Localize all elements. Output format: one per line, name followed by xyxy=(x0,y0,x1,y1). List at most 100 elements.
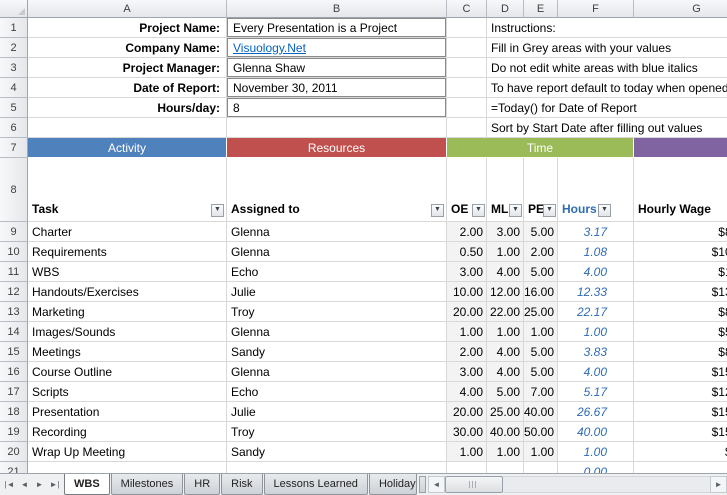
wage-cell[interactable]: $130.00 xyxy=(634,282,727,302)
category-band-resources[interactable]: Resources xyxy=(227,138,447,158)
col-header-f[interactable]: F xyxy=(558,0,634,18)
assigned-cell[interactable]: Glenna xyxy=(227,222,447,242)
category-band-wage[interactable] xyxy=(634,138,727,158)
task-cell[interactable]: Requirements xyxy=(28,242,227,262)
oe-cell[interactable]: 1.00 xyxy=(447,322,487,342)
sheet-tab-lessons-learned[interactable]: Lessons Learned xyxy=(264,474,368,495)
mle-cell[interactable]: 1.00 xyxy=(487,442,524,462)
info-value-cell[interactable]: 8 xyxy=(227,98,447,118)
assigned-cell[interactable]: Glenna xyxy=(227,322,447,342)
tab-nav-first-button[interactable]: |◄ xyxy=(2,477,17,493)
hours-cell[interactable]: 40.00 xyxy=(558,422,634,442)
info-label-cell[interactable]: Hours/day: xyxy=(28,98,227,118)
row-header-10[interactable]: 10 xyxy=(0,242,28,262)
pe-cell[interactable]: 5.00 xyxy=(524,342,558,362)
pe-cell[interactable]: 25.00 xyxy=(524,302,558,322)
row-header-12[interactable]: 12 xyxy=(0,282,28,302)
autofilter-dropdown-icon[interactable]: ▼ xyxy=(543,204,556,217)
row-header-2[interactable]: 2 xyxy=(0,38,28,58)
tab-nav-next-button[interactable]: ► xyxy=(32,477,47,493)
mle-cell[interactable]: 22.00 xyxy=(487,302,524,322)
assigned-cell[interactable]: Glenna xyxy=(227,242,447,262)
pe-cell[interactable]: 2.00 xyxy=(524,242,558,262)
oe-cell[interactable]: 4.00 xyxy=(447,382,487,402)
pe-cell[interactable]: 50.00 xyxy=(524,422,558,442)
tab-nav-prev-button[interactable]: ◄ xyxy=(17,477,32,493)
row-header-13[interactable]: 13 xyxy=(0,302,28,322)
col-header-g[interactable]: G xyxy=(634,0,727,18)
mle-cell[interactable]: 12.00 xyxy=(487,282,524,302)
mle-cell[interactable]: 4.00 xyxy=(487,362,524,382)
task-cell[interactable]: Recording xyxy=(28,422,227,442)
row-header-18[interactable]: 18 xyxy=(0,402,28,422)
info-label-cell[interactable]: Company Name: xyxy=(28,38,227,58)
row-header-9[interactable]: 9 xyxy=(0,222,28,242)
scroll-right-icon[interactable]: ► xyxy=(710,476,727,493)
row-header-6[interactable]: 6 xyxy=(0,118,28,138)
row-header-21[interactable]: 21 xyxy=(0,462,28,473)
row-header-15[interactable]: 15 xyxy=(0,342,28,362)
category-band-activity[interactable]: Activity xyxy=(28,138,227,158)
autofilter-dropdown-icon[interactable]: ▼ xyxy=(211,204,224,217)
pe-cell[interactable]: 5.00 xyxy=(524,222,558,242)
empty-cell[interactable] xyxy=(227,118,447,138)
hours-cell[interactable]: 4.00 xyxy=(558,262,634,282)
pe-cell[interactable]: 16.00 xyxy=(524,282,558,302)
column-filter-header-hours[interactable]: Hours▼ xyxy=(558,158,634,222)
wage-cell[interactable]: $150.00 xyxy=(634,402,727,422)
row-header-1[interactable]: 1 xyxy=(0,18,28,38)
mle-cell[interactable]: 25.00 xyxy=(487,402,524,422)
autofilter-dropdown-icon[interactable]: ▼ xyxy=(509,204,522,217)
task-cell[interactable]: Wrap Up Meeting xyxy=(28,442,227,462)
col-header-c[interactable]: C xyxy=(447,0,487,18)
mle-cell[interactable]: 3.00 xyxy=(487,222,524,242)
assigned-cell[interactable]: Julie xyxy=(227,282,447,302)
task-cell[interactable]: Images/Sounds xyxy=(28,322,227,342)
row-header-7[interactable]: 7 xyxy=(0,138,28,158)
assigned-cell[interactable]: Echo xyxy=(227,382,447,402)
mle-cell[interactable]: 1.00 xyxy=(487,322,524,342)
assigned-cell[interactable]: Sandy xyxy=(227,342,447,362)
wage-cell[interactable]: $100.00 xyxy=(634,242,727,262)
hours-cell[interactable]: 26.67 xyxy=(558,402,634,422)
hours-cell[interactable]: 4.00 xyxy=(558,362,634,382)
horizontal-scrollbar[interactable]: ◄ ► xyxy=(428,476,727,493)
pe-cell[interactable]: 5.00 xyxy=(524,362,558,382)
wage-cell[interactable]: $80.00 xyxy=(634,342,727,362)
column-filter-header-oe[interactable]: OE▼ xyxy=(447,158,487,222)
empty-cell[interactable] xyxy=(447,38,487,58)
hours-total-cell[interactable]: 0.00 xyxy=(558,462,634,473)
assigned-cell[interactable]: Troy xyxy=(227,302,447,322)
hours-cell[interactable]: 3.17 xyxy=(558,222,634,242)
column-filter-header-hourly-wage[interactable]: Hourly Wage xyxy=(634,158,727,222)
oe-cell[interactable]: 30.00 xyxy=(447,422,487,442)
wage-cell[interactable]: $50.00 xyxy=(634,322,727,342)
info-value-cell[interactable]: Visuology.Net xyxy=(227,38,447,58)
assigned-cell[interactable]: Sandy xyxy=(227,442,447,462)
wage-cell[interactable]: $80.00 xyxy=(634,302,727,322)
task-cell[interactable]: Course Outline xyxy=(28,362,227,382)
pe-cell[interactable]: 5.00 xyxy=(524,262,558,282)
hours-cell[interactable]: 12.33 xyxy=(558,282,634,302)
col-header-b[interactable]: B xyxy=(227,0,447,18)
assigned-cell[interactable]: Echo xyxy=(227,262,447,282)
row-header-19[interactable]: 19 xyxy=(0,422,28,442)
hours-cell[interactable]: 5.17 xyxy=(558,382,634,402)
row-header-20[interactable]: 20 xyxy=(0,442,28,462)
empty-cell[interactable] xyxy=(447,98,487,118)
mle-cell[interactable]: 40.00 xyxy=(487,422,524,442)
task-cell[interactable]: Marketing xyxy=(28,302,227,322)
oe-cell[interactable]: 10.00 xyxy=(447,282,487,302)
oe-cell[interactable]: 0.50 xyxy=(447,242,487,262)
empty-cell[interactable] xyxy=(447,462,487,473)
info-value-cell[interactable]: November 30, 2011 xyxy=(227,78,447,98)
column-filter-header-mle[interactable]: MLE▼ xyxy=(487,158,524,222)
scrollbar-thumb[interactable] xyxy=(445,476,503,493)
assigned-cell[interactable]: Julie xyxy=(227,402,447,422)
column-filter-header-assigned-to[interactable]: Assigned to▼ xyxy=(227,158,447,222)
oe-cell[interactable]: 20.00 xyxy=(447,402,487,422)
hours-cell[interactable]: 1.00 xyxy=(558,442,634,462)
empty-cell[interactable] xyxy=(447,118,487,138)
sheet-tab-risk[interactable]: Risk xyxy=(221,474,262,495)
wage-cell[interactable]: $8.00 xyxy=(634,442,727,462)
